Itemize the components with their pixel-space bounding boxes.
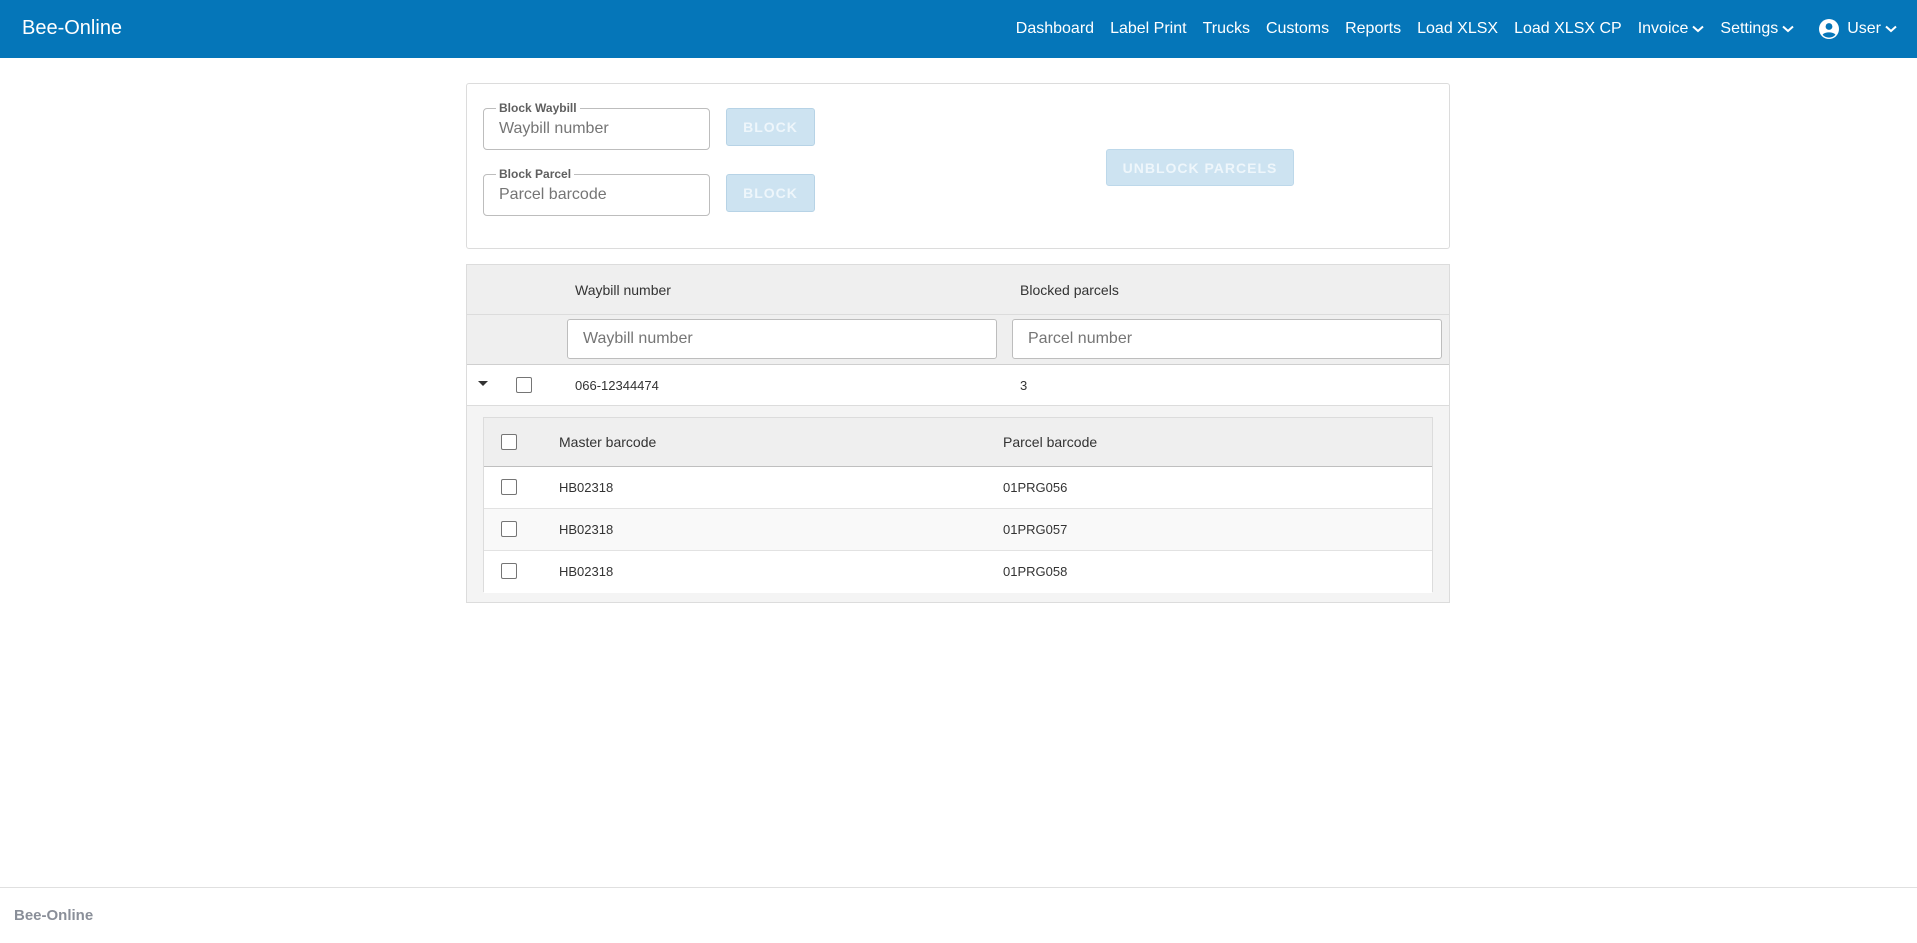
row-checkbox[interactable]: [501, 521, 517, 537]
parcel-barcode-cell: 01PRG056: [1003, 480, 1068, 495]
top-navbar: Bee-Online Dashboard Label Print Trucks …: [0, 0, 1917, 58]
parcel-filter-input[interactable]: [1012, 319, 1442, 359]
master-barcode-cell: HB02318: [559, 480, 614, 495]
footer: Bee-Online: [0, 887, 1917, 943]
parcel-barcode-cell: 01PRG058: [1003, 564, 1068, 579]
account-circle-icon: [1818, 18, 1840, 40]
row-checkbox[interactable]: [501, 479, 517, 495]
block-panel: Block Waybill BLOCK Block Parcel BLOCK U…: [466, 83, 1450, 249]
nav-load-xlsx-cp[interactable]: Load XLSX CP: [1514, 20, 1622, 38]
waybill-filter-input[interactable]: [567, 319, 997, 359]
master-barcode-cell: HB02318: [559, 564, 614, 579]
footer-brand: Bee-Online: [14, 907, 94, 924]
block-waybill-button[interactable]: BLOCK: [726, 108, 815, 146]
select-all-checkbox[interactable]: [501, 434, 517, 450]
nav-user-menu[interactable]: User: [1818, 18, 1897, 40]
blocked-waybills-table: Waybill number Blocked parcels 066-12344…: [466, 264, 1450, 603]
chevron-down-icon: [1885, 25, 1897, 33]
nav-settings-dropdown[interactable]: Settings: [1720, 20, 1794, 38]
filter-row: [467, 315, 1449, 365]
row-checkbox[interactable]: [501, 563, 517, 579]
table-row[interactable]: 066-12344474 3: [467, 365, 1449, 406]
table-header: Waybill number Blocked parcels: [467, 265, 1449, 315]
unblock-parcels-button[interactable]: UNBLOCK PARCELS: [1106, 149, 1294, 186]
block-parcel-field[interactable]: Block Parcel: [483, 168, 710, 216]
block-waybill-input[interactable]: [484, 109, 709, 149]
blocked-parcels-cell: 3: [1020, 378, 1028, 393]
table-row[interactable]: HB02318 01PRG058: [484, 551, 1432, 593]
nav-dashboard[interactable]: Dashboard: [1016, 20, 1094, 38]
nav-customs[interactable]: Customs: [1266, 20, 1329, 38]
column-header-master-barcode[interactable]: Master barcode: [559, 434, 656, 450]
chevron-down-icon: [1692, 25, 1705, 33]
column-header-waybill[interactable]: Waybill number: [575, 282, 671, 298]
block-parcel-button[interactable]: BLOCK: [726, 174, 815, 212]
block-waybill-field[interactable]: Block Waybill: [483, 102, 710, 150]
chevron-down-icon: [1782, 25, 1794, 33]
table-row[interactable]: HB02318 01PRG056: [484, 467, 1432, 509]
parcel-detail-table: Master barcode Parcel barcode HB02318 01…: [483, 417, 1433, 593]
expand-caret-icon[interactable]: [478, 381, 488, 386]
waybill-number-cell: 066-12344474: [575, 378, 659, 393]
brand-logo[interactable]: Bee-Online: [22, 17, 122, 40]
detail-header: Master barcode Parcel barcode: [484, 418, 1432, 467]
nav-invoice-label: Invoice: [1637, 20, 1689, 37]
nav-invoice-dropdown[interactable]: Invoice: [1638, 20, 1705, 38]
nav-label-print[interactable]: Label Print: [1110, 20, 1187, 38]
row-checkbox[interactable]: [516, 377, 532, 393]
nav-reports[interactable]: Reports: [1345, 20, 1401, 38]
nav-trucks[interactable]: Trucks: [1203, 20, 1250, 38]
nav-settings-label: Settings: [1720, 20, 1779, 37]
column-header-blocked[interactable]: Blocked parcels: [1020, 282, 1119, 298]
table-row[interactable]: HB02318 01PRG057: [484, 509, 1432, 551]
nav-user-label: User: [1847, 20, 1881, 37]
main-nav: Dashboard Label Print Trucks Customs Rep…: [1016, 0, 1917, 58]
master-barcode-cell: HB02318: [559, 522, 614, 537]
column-header-parcel-barcode[interactable]: Parcel barcode: [1003, 434, 1097, 450]
nav-load-xlsx[interactable]: Load XLSX: [1417, 20, 1498, 38]
parcel-barcode-cell: 01PRG057: [1003, 522, 1068, 537]
block-parcel-input[interactable]: [484, 175, 709, 215]
